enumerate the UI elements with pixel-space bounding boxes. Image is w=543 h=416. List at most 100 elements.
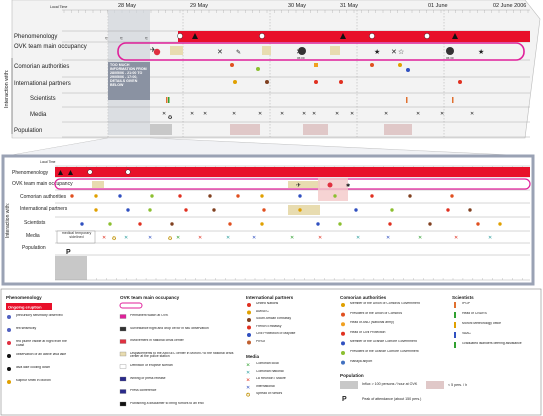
top-ongoing-eruption-bar bbox=[178, 31, 530, 42]
event-marker bbox=[333, 194, 337, 198]
legend-symbol bbox=[7, 380, 11, 384]
event-marker bbox=[354, 208, 358, 212]
legend-ovk-items: Permanent watch at OVK Surveillance fligh… bbox=[119, 314, 233, 407]
event-marker bbox=[338, 222, 342, 226]
event-marker bbox=[316, 222, 320, 226]
top-date-5: 01 June bbox=[428, 3, 448, 9]
event-marker bbox=[498, 222, 502, 226]
legend-item: precursory seismicity observed bbox=[16, 314, 63, 317]
legend-symbol bbox=[119, 401, 127, 407]
event-marker bbox=[446, 208, 450, 212]
top-row-media: Media bbox=[30, 112, 47, 118]
legend-item: Graduated islanders offering assistance bbox=[462, 342, 522, 345]
rumor-marker: ✪ bbox=[112, 236, 116, 242]
zoom-medical-note: medical temporary sidelined bbox=[61, 231, 92, 239]
legend-symbol bbox=[7, 341, 11, 345]
legend-item: red plume visible at night from the coas… bbox=[16, 340, 67, 347]
media-marker: ✕ bbox=[102, 235, 106, 241]
legend-symbol bbox=[247, 333, 251, 337]
media-marker: ✕ bbox=[488, 235, 492, 241]
legend-item: South African Embassy bbox=[256, 317, 292, 320]
top-date-3: 30 May bbox=[288, 3, 306, 9]
legend-symbol: ✕ bbox=[246, 385, 250, 391]
legend-phenomenology-title: Phenomenology bbox=[6, 295, 42, 300]
zoom-row-ovk: OVK team main occupancy bbox=[12, 181, 73, 187]
top-local-time-label: Local Time bbox=[50, 5, 67, 9]
event-marker bbox=[148, 208, 152, 212]
legend-symbol bbox=[7, 328, 11, 332]
top-date-2: 29 May bbox=[190, 3, 208, 9]
legend-item: VAAC bbox=[462, 332, 471, 335]
zoom-population-bar bbox=[55, 256, 87, 280]
legend-symbol bbox=[247, 318, 251, 322]
media-marker: ✕ bbox=[176, 235, 180, 241]
timeline-diagram: Local Time 28 May 29 May 30 May 31 May 0… bbox=[0, 0, 542, 416]
rumor-marker: ✪ bbox=[168, 236, 172, 242]
event-marker bbox=[150, 194, 154, 198]
legend-symbol: ✕ bbox=[246, 378, 250, 384]
legend-population-item-2: < 5 pers. / h bbox=[448, 383, 467, 387]
legend-international-items: United Nations AMISEC South African Embass… bbox=[247, 302, 295, 345]
media-marker: ✕ bbox=[290, 235, 294, 241]
legend-symbol bbox=[119, 339, 127, 344]
zoom-row-phenomenology: Phenomenology bbox=[12, 170, 49, 176]
legend-symbol bbox=[119, 314, 127, 319]
legend-item: Moroni Meteorology office bbox=[462, 322, 501, 325]
top-row-international: International partners bbox=[14, 81, 71, 87]
legend-item: Head of AND (National army) bbox=[350, 321, 394, 325]
legend-scientists-title: Scientists bbox=[452, 295, 474, 300]
legend-item: President of the Grande Comore Governmen… bbox=[350, 350, 419, 353]
legend-item: Writing of press release bbox=[130, 376, 166, 380]
legend-item: felt seismicity bbox=[16, 327, 37, 330]
event-marker bbox=[450, 194, 454, 198]
legend-symbol: ✕ bbox=[246, 363, 250, 369]
zoom-local-time: Local Time bbox=[40, 160, 56, 164]
timeline-figure: Local Time 28 May 29 May 30 May 31 May 0… bbox=[0, 0, 543, 416]
legend-phenomenology-items: precursory seismicity observed felt seism… bbox=[7, 314, 67, 384]
legend-symbol bbox=[119, 389, 127, 394]
legend-item: Press conference bbox=[130, 389, 157, 392]
legend-item: Member of the Union of Comoros Governmen… bbox=[350, 302, 420, 305]
legend-item: sulphur smell in Moroni bbox=[16, 379, 51, 382]
legend-comorian-title: Comorian authorities bbox=[340, 295, 387, 300]
event-marker bbox=[118, 194, 122, 198]
top-row-scientists: Scientists bbox=[30, 96, 56, 102]
clock-label-1: 06:00 bbox=[297, 56, 305, 60]
media-marker: ✕ bbox=[226, 235, 230, 241]
legend-symbol bbox=[341, 351, 345, 355]
svg-text:✕: ✕ bbox=[335, 111, 339, 117]
legend-symbol bbox=[247, 310, 251, 315]
svg-text:✕: ✕ bbox=[280, 111, 284, 117]
top-row-ovk: OVK team main occupancy bbox=[14, 44, 87, 50]
legend-item: Head of Civil Protection bbox=[350, 330, 386, 334]
legend-symbol bbox=[247, 340, 251, 345]
legend-symbol bbox=[341, 322, 345, 327]
zoom-row-media: Media bbox=[26, 233, 40, 239]
legend-population-item-3: Peak of attendance (about 150 pers.) bbox=[362, 397, 421, 401]
legend-item: Comorian national bbox=[256, 369, 284, 373]
legend-item: PIROI bbox=[256, 339, 266, 343]
event-marker bbox=[428, 222, 432, 226]
event-marker bbox=[228, 222, 232, 226]
svg-text:✕: ✕ bbox=[203, 111, 207, 117]
legend-media-title: Media bbox=[246, 354, 259, 359]
svg-text:☆: ☆ bbox=[398, 48, 404, 56]
event-marker bbox=[298, 194, 302, 198]
event-marker bbox=[262, 208, 266, 212]
svg-text:★: ★ bbox=[478, 48, 484, 56]
svg-text:✕: ✕ bbox=[391, 49, 397, 56]
svg-text:✕: ✕ bbox=[217, 49, 223, 56]
event-marker bbox=[70, 194, 74, 198]
legend-ongoing-eruption: Ongoing eruption bbox=[8, 305, 42, 310]
media-marker: ✕ bbox=[418, 235, 422, 241]
event-marker bbox=[94, 194, 98, 198]
svg-text:✕: ✕ bbox=[384, 111, 388, 117]
legend-symbol bbox=[341, 341, 345, 346]
legend-symbol bbox=[7, 315, 11, 319]
top-interaction-label: Interaction with: bbox=[4, 69, 10, 108]
svg-text:✕: ✕ bbox=[302, 111, 306, 117]
svg-text:✕: ✕ bbox=[258, 111, 262, 117]
top-row-population: Population bbox=[14, 128, 42, 134]
legend-item: Spread of rumors bbox=[256, 392, 283, 395]
svg-text:★: ★ bbox=[374, 48, 380, 56]
